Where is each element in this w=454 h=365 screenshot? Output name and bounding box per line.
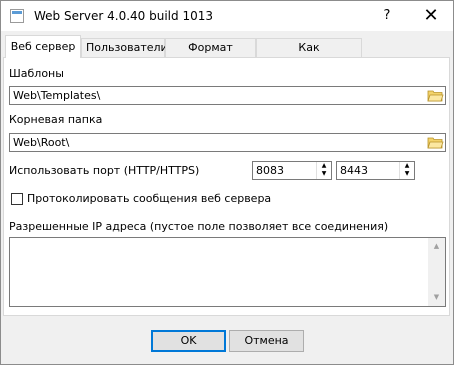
- log-messages-label[interactable]: Протоколировать сообщения веб сервера: [27, 192, 271, 205]
- root-browse-button[interactable]: [426, 134, 445, 153]
- scroll-up-icon[interactable]: ▲: [428, 238, 445, 255]
- allowed-ip-textarea[interactable]: ▲ ▼: [9, 237, 446, 307]
- https-port-value: 8443: [340, 164, 368, 177]
- tab-users[interactable]: Пользователи: [81, 38, 168, 57]
- http-port-value: 8083: [256, 164, 284, 177]
- root-folder-field[interactable]: Web\Root\: [9, 133, 446, 152]
- help-button[interactable]: ?: [367, 1, 407, 31]
- tab-data-format[interactable]: Формат данных: [165, 38, 256, 72]
- tab-how-to-connect[interactable]: Как подключиться: [256, 38, 362, 72]
- folder-open-icon: [427, 90, 444, 102]
- cancel-button[interactable]: Отмена: [229, 330, 304, 352]
- close-button[interactable]: ✕: [409, 1, 453, 31]
- https-port-spinner[interactable]: ▲ ▼: [399, 162, 414, 179]
- root-folder-label: Корневая папка: [9, 113, 103, 126]
- window-title: Web Server 4.0.40 build 1013: [34, 9, 213, 23]
- app-icon: [10, 9, 24, 23]
- tab-panel-web-server: Шаблоны Web\Templates\ Корневая папка We…: [3, 57, 450, 316]
- root-folder-value: Web\Root\: [13, 136, 70, 149]
- title-bar: Web Server 4.0.40 build 1013 ? ✕: [1, 1, 453, 31]
- ok-button[interactable]: OK: [151, 330, 226, 352]
- tab-label: Пользователи: [86, 41, 168, 54]
- http-port-input[interactable]: 8083 ▲ ▼: [252, 161, 332, 180]
- templates-label: Шаблоны: [9, 67, 64, 80]
- templates-browse-button[interactable]: [426, 87, 445, 106]
- templates-path-value: Web\Templates\: [13, 89, 101, 102]
- spin-up-icon[interactable]: ▲: [400, 162, 414, 170]
- log-messages-checkbox[interactable]: [11, 193, 23, 205]
- spin-down-icon[interactable]: ▼: [400, 170, 414, 178]
- templates-path-field[interactable]: Web\Templates\: [9, 86, 446, 105]
- tab-label: Веб сервер: [10, 40, 76, 53]
- dialog-window: Web Server 4.0.40 build 1013 ? ✕ Веб сер…: [0, 0, 454, 365]
- folder-open-icon: [427, 137, 444, 149]
- tab-web-server[interactable]: Веб сервер: [5, 35, 81, 58]
- port-label: Использовать порт (HTTP/HTTPS): [9, 164, 200, 177]
- http-port-spinner[interactable]: ▲ ▼: [316, 162, 331, 179]
- spin-up-icon[interactable]: ▲: [317, 162, 331, 170]
- scroll-down-icon[interactable]: ▼: [428, 289, 445, 306]
- vertical-scrollbar[interactable]: ▲ ▼: [428, 238, 445, 306]
- allowed-ip-label: Разрешенные IP адреса (пустое поле позво…: [9, 220, 389, 233]
- https-port-input[interactable]: 8443 ▲ ▼: [336, 161, 415, 180]
- spin-down-icon[interactable]: ▼: [317, 170, 331, 178]
